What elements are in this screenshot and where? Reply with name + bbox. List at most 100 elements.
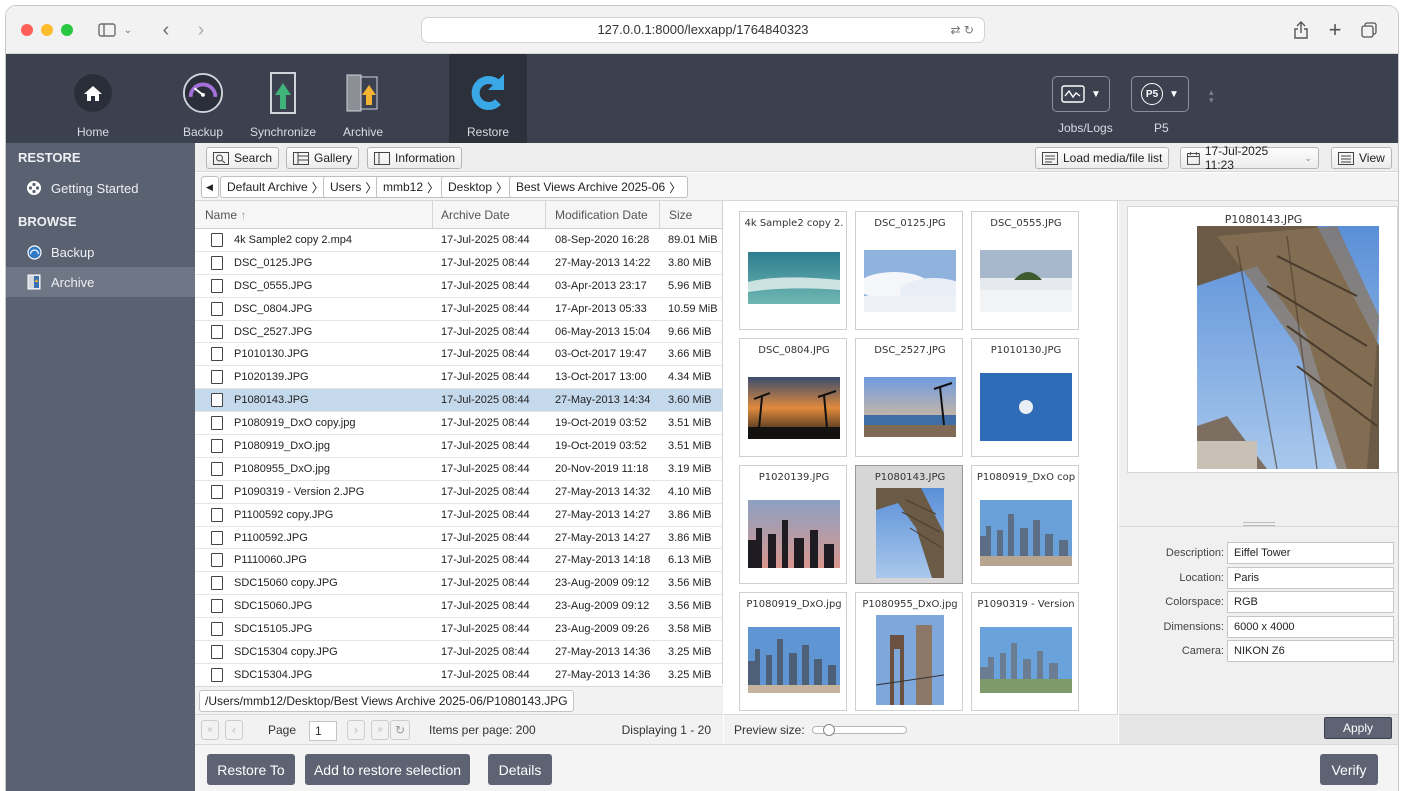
- sidebar-item-label: Backup: [51, 244, 95, 260]
- overflow-handle-icon[interactable]: ▴ ▾: [1209, 88, 1214, 105]
- table-row[interactable]: P1080143.JPG 17-Jul-2025 08:44 27-May-2013…: [195, 389, 722, 413]
- table-row[interactable]: SDC15105.JPG 17-Jul-2025 08:44 23-Aug-2009…: [195, 618, 722, 642]
- breadcrumb-item[interactable]: mmb12 〉: [376, 176, 447, 198]
- modification-date: 27-May-2013 14:27: [555, 508, 651, 521]
- column-header-size[interactable]: Size: [669, 201, 692, 229]
- table-row[interactable]: SDC15304.JPG 17-Jul-2025 08:44 27-May-2013…: [195, 664, 722, 684]
- gallery-card[interactable]: P1080955_DxO.jpg: [855, 592, 963, 711]
- share-icon[interactable]: [1291, 18, 1311, 42]
- restore-to-button[interactable]: Restore To: [207, 754, 295, 785]
- metadata-value-field[interactable]: NIKON Z6: [1227, 640, 1394, 663]
- film-reel-icon: [26, 180, 42, 196]
- gallery-card[interactable]: P1090319 - Version: [971, 592, 1079, 711]
- table-row[interactable]: DSC_0804.JPG 17-Jul-2025 08:44 17-Apr-2013…: [195, 298, 722, 321]
- table-row[interactable]: SDC15060 copy.JPG 17-Jul-2025 08:44 23-Aug…: [195, 572, 722, 596]
- tool-synchronize[interactable]: Synchronize: [248, 54, 318, 143]
- gallery-card[interactable]: DSC_0125.JPG: [855, 211, 963, 330]
- gallery-card[interactable]: 4k Sample2 copy 2.: [739, 211, 847, 330]
- view-button[interactable]: View: [1331, 147, 1392, 169]
- modification-date: 27-May-2013 14:32: [555, 485, 651, 498]
- gallery-card[interactable]: DSC_0555.JPG: [971, 211, 1079, 330]
- table-row[interactable]: 4k Sample2 copy 2.mp4 17-Jul-2025 08:44 08…: [195, 229, 722, 252]
- tool-archive[interactable]: Archive: [328, 54, 398, 143]
- gallery-button[interactable]: Gallery: [286, 147, 360, 169]
- sidebar-item-getting-started[interactable]: Getting Started: [6, 173, 195, 203]
- table-row[interactable]: P1080919_DxO.jpg 17-Jul-2025 08:44 19-Oct-…: [195, 435, 722, 458]
- p5-dropdown[interactable]: P5 ▼: [1131, 76, 1189, 112]
- gallery-thumbnail: [748, 252, 840, 304]
- date-picker[interactable]: 17-Jul-2025 11:23 ⌄: [1180, 144, 1319, 172]
- gallery-card[interactable]: P1080143.JPG: [855, 465, 963, 584]
- verify-button[interactable]: Verify: [1320, 754, 1378, 785]
- file-name: DSC_2527.JPG: [234, 325, 313, 338]
- table-row[interactable]: DSC_0125.JPG 17-Jul-2025 08:44 27-May-2013…: [195, 252, 722, 275]
- gallery-thumbnail: [864, 377, 956, 437]
- gallery-card[interactable]: P1010130.JPG: [971, 338, 1079, 457]
- tab-overview-icon[interactable]: [1359, 18, 1379, 42]
- metadata-value-field[interactable]: 6000 x 4000: [1227, 615, 1394, 638]
- chevron-down-icon[interactable]: ⌄: [121, 18, 135, 42]
- previous-page-icon[interactable]: ‹: [225, 720, 243, 740]
- preview-size-slider[interactable]: [812, 724, 907, 736]
- last-page-icon[interactable]: »: [371, 720, 389, 740]
- translate-reload-icon[interactable]: ⇄ ↻: [951, 18, 974, 42]
- table-row[interactable]: P1090319 - Version 2.JPG 17-Jul-2025 08:4…: [195, 481, 722, 504]
- breadcrumb-item[interactable]: Default Archive 〉: [220, 176, 331, 198]
- first-page-icon[interactable]: «: [201, 720, 219, 740]
- gallery-card[interactable]: P1080919_DxO cop: [971, 465, 1079, 584]
- table-row[interactable]: SDC15060.JPG 17-Jul-2025 08:44 23-Aug-2009…: [195, 595, 722, 619]
- slider-thumb[interactable]: [823, 724, 835, 736]
- information-button[interactable]: Information: [367, 147, 463, 169]
- table-row[interactable]: P1020139.JPG 17-Jul-2025 08:44 13-Oct-2017…: [195, 366, 722, 390]
- sidebar-item-backup[interactable]: Backup: [6, 237, 195, 267]
- load-media-list-button[interactable]: Load media/file list: [1035, 147, 1170, 169]
- information-icon: [374, 151, 390, 165]
- column-header-modification-date[interactable]: Modification Date: [555, 201, 648, 229]
- metadata-value-field[interactable]: Eiffel Tower: [1227, 542, 1394, 564]
- table-row[interactable]: DSC_2527.JPG 17-Jul-2025 08:44 06-May-2013…: [195, 321, 722, 344]
- p5-label: P5: [1154, 121, 1169, 135]
- breadcrumb-back-icon[interactable]: ◀: [201, 176, 219, 198]
- close-window-button[interactable]: [21, 24, 33, 36]
- zoom-window-button[interactable]: [61, 24, 73, 36]
- table-row[interactable]: P1080919_DxO copy.jpg 17-Jul-2025 08:44 19…: [195, 412, 722, 436]
- table-row[interactable]: P1010130.JPG 17-Jul-2025 08:44 03-Oct-2017…: [195, 343, 722, 367]
- forward-icon[interactable]: ›: [191, 18, 211, 42]
- details-button[interactable]: Details: [488, 754, 552, 785]
- file-icon: [211, 233, 223, 247]
- table-row[interactable]: P1080955_DxO.jpg 17-Jul-2025 08:44 20-Nov-…: [195, 458, 722, 481]
- table-row[interactable]: DSC_0555.JPG 17-Jul-2025 08:44 03-Apr-2013…: [195, 275, 722, 298]
- apply-button[interactable]: Apply: [1324, 717, 1392, 739]
- gallery-card[interactable]: DSC_2527.JPG: [855, 338, 963, 457]
- gallery-card[interactable]: P1080919_DxO.jpg: [739, 592, 847, 711]
- minimize-window-button[interactable]: [41, 24, 53, 36]
- sidebar-item-archive[interactable]: Archive: [6, 267, 195, 297]
- table-row[interactable]: P1100592.JPG 17-Jul-2025 08:44 27-May-2013…: [195, 527, 722, 550]
- address-bar[interactable]: 127.0.0.1:8000/lexxapp/1764840323 ⇄ ↻: [421, 17, 985, 43]
- content-toolbar: Search Gallery Information Load media/fi…: [195, 143, 1398, 172]
- breadcrumb-item[interactable]: Best Views Archive 2025-06 〉: [509, 176, 689, 198]
- refresh-icon[interactable]: ↻: [390, 720, 410, 740]
- column-header-name[interactable]: Name ↑: [205, 201, 246, 229]
- gallery-card[interactable]: P1020139.JPG: [739, 465, 847, 584]
- tool-restore[interactable]: Restore: [449, 54, 527, 143]
- breadcrumb-item[interactable]: Desktop 〉: [441, 176, 516, 198]
- file-size: 3.19 MiB: [668, 462, 712, 475]
- table-row[interactable]: P1100592 copy.JPG 17-Jul-2025 08:44 27-May…: [195, 504, 722, 527]
- jobs-logs-dropdown[interactable]: ▼: [1052, 76, 1110, 112]
- sidebar-toggle-icon[interactable]: [96, 18, 118, 42]
- tool-home[interactable]: Home: [58, 54, 128, 143]
- gallery-card[interactable]: DSC_0804.JPG: [739, 338, 847, 457]
- metadata-value-field[interactable]: Paris: [1227, 566, 1394, 589]
- table-row[interactable]: SDC15304 copy.JPG 17-Jul-2025 08:44 27-May…: [195, 641, 722, 664]
- table-row[interactable]: P1110060.JPG 17-Jul-2025 08:44 27-May-2013…: [195, 549, 722, 573]
- add-to-restore-selection-button[interactable]: Add to restore selection: [305, 754, 470, 785]
- page-input[interactable]: 1: [309, 721, 337, 741]
- column-header-archive-date[interactable]: Archive Date: [441, 201, 510, 229]
- search-button[interactable]: Search: [206, 147, 280, 169]
- back-icon[interactable]: ‹: [156, 18, 176, 42]
- next-page-icon[interactable]: ›: [347, 720, 365, 740]
- metadata-value-field[interactable]: RGB: [1227, 591, 1394, 614]
- tool-backup[interactable]: Backup: [168, 54, 238, 143]
- new-tab-icon[interactable]: +: [1325, 17, 1345, 42]
